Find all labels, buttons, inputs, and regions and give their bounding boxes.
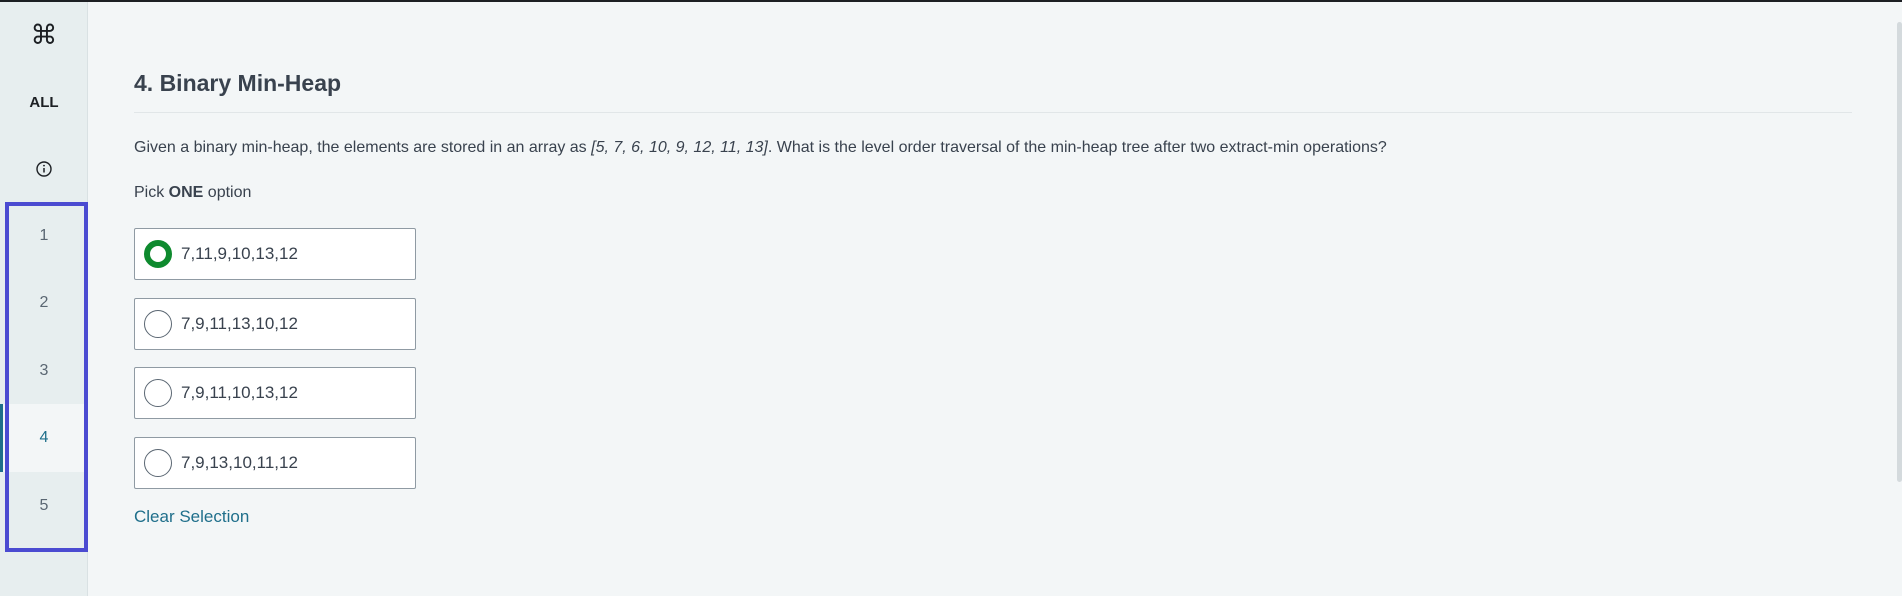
question-nav-item-4[interactable]: 4: [0, 404, 88, 472]
answer-option-2[interactable]: 7,9,11,13,10,12: [134, 297, 416, 350]
answer-option-label: 7,9,13,10,11,12: [181, 452, 298, 472]
pick-instruction: Pick ONE option: [134, 184, 251, 202]
clear-selection-link[interactable]: Clear Selection: [134, 507, 249, 527]
pick-suffix: option: [203, 184, 252, 201]
radio-button[interactable]: [144, 240, 172, 268]
question-sidebar: ⌘ ALL 1 2 3 4 5: [0, 2, 88, 596]
answer-option-4[interactable]: 7,9,13,10,11,12: [134, 436, 416, 489]
question-text: Given a binary min-heap, the elements ar…: [134, 139, 1387, 157]
question-nav-item-2[interactable]: 2: [0, 269, 88, 336]
question-nav-list: 1 2 3 4 5: [0, 202, 88, 539]
pick-count: ONE: [168, 184, 204, 201]
question-array: [5, 7, 6, 10, 9, 12, 11, 13]: [591, 139, 768, 156]
all-questions-button[interactable]: ALL: [0, 94, 88, 111]
answer-option-label: 7,9,11,13,10,12: [181, 313, 298, 333]
info-icon[interactable]: [36, 161, 52, 177]
question-text-end: . What is the level order traversal of t…: [767, 139, 1387, 156]
command-icon[interactable]: ⌘: [0, 20, 88, 51]
pick-prefix: Pick: [134, 184, 169, 201]
question-nav-item-3[interactable]: 3: [0, 337, 88, 404]
question-nav-item-1[interactable]: 1: [0, 202, 88, 269]
answer-option-label: 7,11,9,10,13,12: [181, 244, 298, 263]
question-text-start: Given a binary min-heap, the elements ar…: [134, 139, 592, 156]
question-nav-item-5[interactable]: 5: [0, 472, 88, 539]
answer-option-label: 7,9,11,10,13,12: [181, 383, 298, 402]
title-divider: [134, 112, 1852, 113]
question-title: 4. Binary Min-Heap: [134, 70, 342, 96]
answer-options: 7,11,9,10,13,12 7,9,11,13,10,12 7,9,11,1…: [134, 228, 416, 506]
scrollbar[interactable]: [1897, 22, 1902, 482]
radio-button[interactable]: [144, 379, 172, 407]
radio-button[interactable]: [144, 448, 172, 477]
answer-option-3[interactable]: 7,9,11,10,13,12: [134, 367, 416, 419]
answer-option-1[interactable]: 7,11,9,10,13,12: [134, 228, 416, 280]
radio-button[interactable]: [144, 309, 172, 338]
